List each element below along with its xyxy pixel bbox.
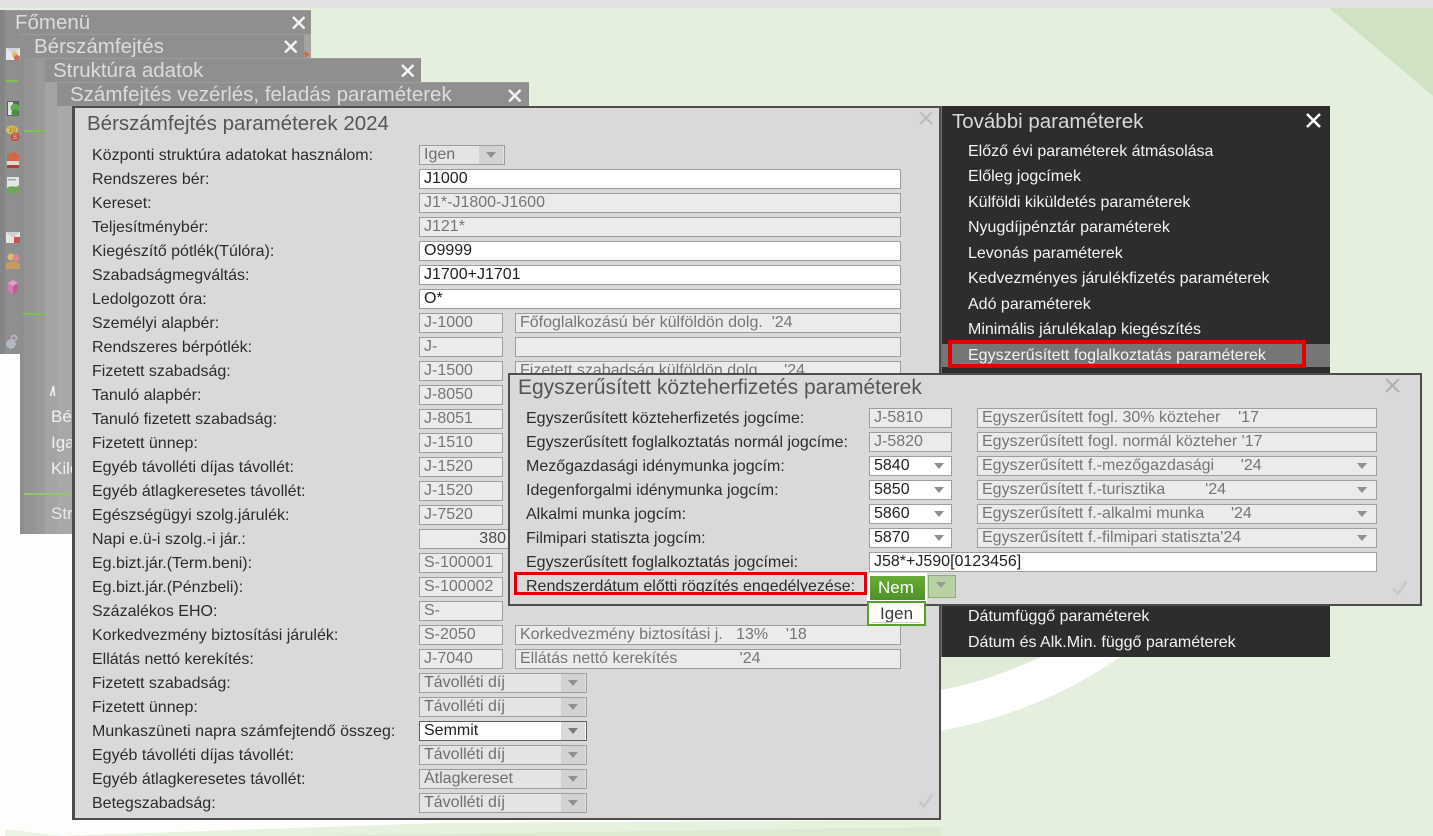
svg-text:S: S — [13, 135, 17, 141]
